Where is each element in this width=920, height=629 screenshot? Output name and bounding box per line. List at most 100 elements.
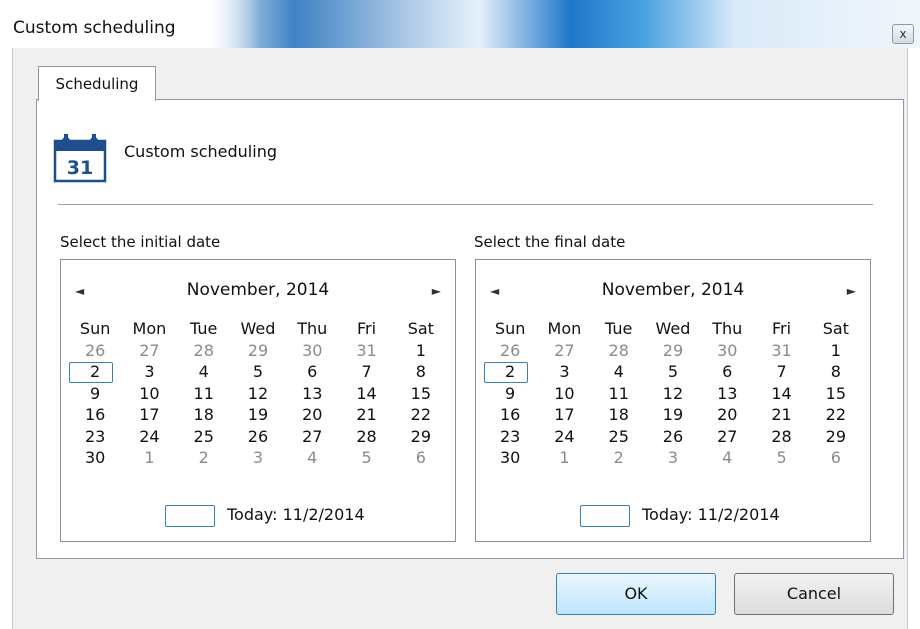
calendar-day[interactable]: 31 bbox=[339, 340, 393, 362]
calendar-day[interactable]: 5 bbox=[754, 447, 808, 469]
calendar-day[interactable]: 13 bbox=[285, 383, 339, 405]
calendar-day[interactable]: 23 bbox=[483, 426, 537, 448]
calendar-day[interactable]: 27 bbox=[700, 426, 754, 448]
calendar-day[interactable]: 20 bbox=[700, 404, 754, 426]
close-icon: x bbox=[899, 27, 907, 41]
calendar-day[interactable]: 1 bbox=[537, 447, 591, 469]
calendar-day[interactable]: 6 bbox=[285, 361, 339, 383]
calendar-day[interactable]: 1 bbox=[809, 340, 863, 362]
weekday-header: Tue bbox=[605, 319, 633, 338]
calendar-day[interactable]: 27 bbox=[122, 340, 176, 362]
calendar-day[interactable]: 20 bbox=[285, 404, 339, 426]
today-link[interactable]: Today: 11/2/2014 bbox=[642, 505, 780, 524]
calendar-day[interactable]: 18 bbox=[177, 404, 231, 426]
calendar-day[interactable]: 29 bbox=[809, 426, 863, 448]
calendar-day[interactable]: 8 bbox=[809, 361, 863, 383]
calendar-day[interactable]: 4 bbox=[700, 447, 754, 469]
tab-scheduling[interactable]: Scheduling bbox=[38, 66, 156, 101]
calendar-day[interactable]: 2 bbox=[483, 361, 537, 383]
calendar-day[interactable]: 13 bbox=[700, 383, 754, 405]
calendar-day[interactable]: 19 bbox=[231, 404, 285, 426]
calendar-day[interactable]: 2 bbox=[177, 447, 231, 469]
calendar-day[interactable]: 6 bbox=[700, 361, 754, 383]
calendar-day[interactable]: 24 bbox=[122, 426, 176, 448]
calendar-day[interactable]: 2 bbox=[592, 447, 646, 469]
calendar-day[interactable]: 30 bbox=[483, 447, 537, 469]
calendar-day[interactable]: 4 bbox=[592, 361, 646, 383]
calendar-day[interactable]: 25 bbox=[177, 426, 231, 448]
calendar-day[interactable]: 7 bbox=[754, 361, 808, 383]
today-link[interactable]: Today: 11/2/2014 bbox=[227, 505, 365, 524]
title-bar[interactable]: Custom scheduling x bbox=[0, 0, 920, 48]
calendar-day[interactable]: 29 bbox=[231, 340, 285, 362]
calendar-day[interactable]: 1 bbox=[394, 340, 448, 362]
calendar-day[interactable]: 21 bbox=[754, 404, 808, 426]
calendar-day[interactable]: 25 bbox=[592, 426, 646, 448]
calendar-day[interactable]: 14 bbox=[339, 383, 393, 405]
calendar-day[interactable]: 17 bbox=[537, 404, 591, 426]
month-year-title[interactable]: November, 2014 bbox=[61, 280, 455, 300]
calendar-day[interactable]: 30 bbox=[285, 340, 339, 362]
calendar-day[interactable]: 30 bbox=[68, 447, 122, 469]
calendar-day[interactable]: 27 bbox=[285, 426, 339, 448]
calendar-day[interactable]: 12 bbox=[231, 383, 285, 405]
calendar-day[interactable]: 14 bbox=[754, 383, 808, 405]
calendar-day[interactable]: 26 bbox=[68, 340, 122, 362]
calendar-day[interactable]: 17 bbox=[122, 404, 176, 426]
ok-button[interactable]: OK bbox=[556, 573, 716, 615]
calendar-day[interactable]: 10 bbox=[537, 383, 591, 405]
calendar-day[interactable]: 24 bbox=[537, 426, 591, 448]
calendar-day[interactable]: 29 bbox=[394, 426, 448, 448]
calendar-day[interactable]: 21 bbox=[339, 404, 393, 426]
calendar-day[interactable]: 3 bbox=[122, 361, 176, 383]
calendar-day[interactable]: 19 bbox=[646, 404, 700, 426]
calendar-day[interactable]: 15 bbox=[394, 383, 448, 405]
calendar-day[interactable]: 3 bbox=[537, 361, 591, 383]
calendar-day[interactable]: 22 bbox=[809, 404, 863, 426]
weekday-header: Wed bbox=[655, 319, 691, 338]
calendar-day[interactable]: 7 bbox=[339, 361, 393, 383]
calendar-day[interactable]: 26 bbox=[231, 426, 285, 448]
calendar-day[interactable]: 11 bbox=[592, 383, 646, 405]
calendar-day[interactable]: 26 bbox=[646, 426, 700, 448]
calendar-day[interactable]: 6 bbox=[809, 447, 863, 469]
calendar-day[interactable]: 5 bbox=[231, 361, 285, 383]
calendar-day[interactable]: 12 bbox=[646, 383, 700, 405]
calendar-day[interactable]: 27 bbox=[537, 340, 591, 362]
calendar-day[interactable]: 28 bbox=[177, 340, 231, 362]
calendar-day[interactable]: 26 bbox=[483, 340, 537, 362]
calendar-day[interactable]: 28 bbox=[339, 426, 393, 448]
calendar-day[interactable]: 22 bbox=[394, 404, 448, 426]
calendar-day[interactable]: 3 bbox=[231, 447, 285, 469]
calendar-day[interactable]: 16 bbox=[68, 404, 122, 426]
next-month-button[interactable]: ► bbox=[432, 284, 441, 298]
calendar-day[interactable]: 29 bbox=[646, 340, 700, 362]
calendar-day[interactable]: 6 bbox=[394, 447, 448, 469]
calendar-day[interactable]: 4 bbox=[285, 447, 339, 469]
calendar-day[interactable]: 1 bbox=[122, 447, 176, 469]
calendar-day[interactable]: 11 bbox=[177, 383, 231, 405]
initial-date-calendar[interactable]: ◄ November, 2014 ► Sun Mon Tue Wed Thu Fri Sat… bbox=[60, 259, 456, 542]
next-month-button[interactable]: ► bbox=[847, 284, 856, 298]
calendar-day[interactable]: 28 bbox=[754, 426, 808, 448]
calendar-day[interactable]: 5 bbox=[646, 361, 700, 383]
calendar-day[interactable]: 16 bbox=[483, 404, 537, 426]
calendar-day[interactable]: 30 bbox=[700, 340, 754, 362]
calendar-day[interactable]: 23 bbox=[68, 426, 122, 448]
close-button[interactable]: x bbox=[892, 24, 914, 44]
calendar-day[interactable]: 2 bbox=[68, 361, 122, 383]
calendar-day[interactable]: 8 bbox=[394, 361, 448, 383]
calendar-day[interactable]: 3 bbox=[646, 447, 700, 469]
calendar-day[interactable]: 18 bbox=[592, 404, 646, 426]
calendar-day[interactable]: 31 bbox=[754, 340, 808, 362]
calendar-day[interactable]: 9 bbox=[68, 383, 122, 405]
calendar-day[interactable]: 10 bbox=[122, 383, 176, 405]
calendar-day[interactable]: 5 bbox=[339, 447, 393, 469]
calendar-day[interactable]: 15 bbox=[809, 383, 863, 405]
cancel-button[interactable]: Cancel bbox=[734, 573, 894, 615]
month-year-title[interactable]: November, 2014 bbox=[476, 280, 870, 300]
calendar-day[interactable]: 9 bbox=[483, 383, 537, 405]
calendar-day[interactable]: 4 bbox=[177, 361, 231, 383]
calendar-day[interactable]: 28 bbox=[592, 340, 646, 362]
final-date-calendar[interactable]: ◄ November, 2014 ► Sun Mon Tue Wed Thu Fri Sat… bbox=[475, 259, 871, 542]
